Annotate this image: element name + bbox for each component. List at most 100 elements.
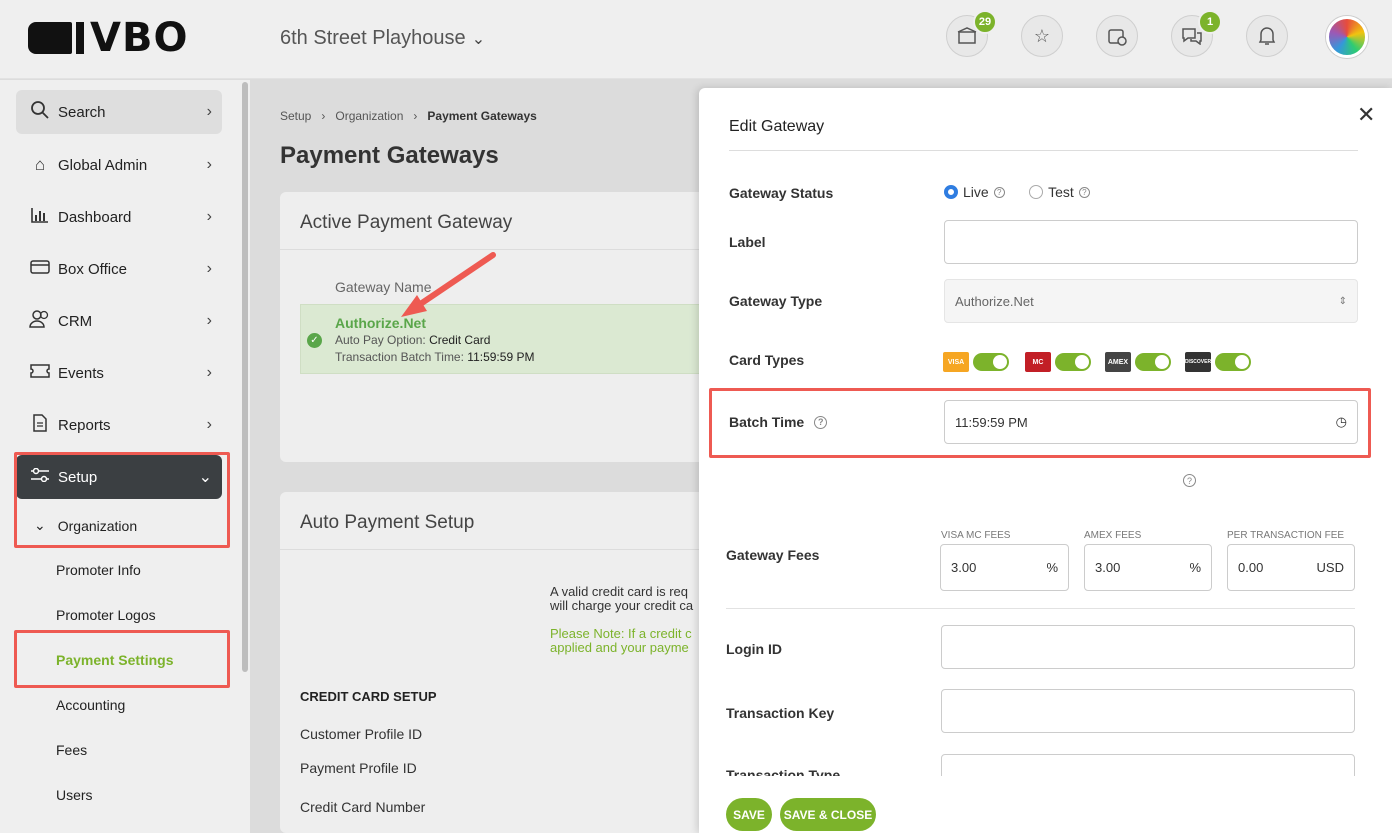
visa-mc-fee-input[interactable]: 3.00 % (940, 544, 1069, 591)
gateway-status-label: Gateway Status (729, 185, 834, 201)
gateway-type-select[interactable]: Authorize.Net ⇕ (944, 279, 1358, 323)
radio-test[interactable]: Test ? (1029, 184, 1090, 200)
radio-test-label: Test (1048, 184, 1074, 200)
card-type-discover: DISCOVER (1185, 352, 1251, 372)
card-icon (28, 259, 52, 279)
chevron-right-icon: › (206, 208, 212, 225)
setup-highlight (14, 452, 230, 548)
mastercard-toggle[interactable] (1055, 353, 1091, 371)
breadcrumb: Setup › Organization › Payment Gateways (280, 109, 537, 123)
label-input[interactable] (944, 220, 1358, 264)
chevron-right-icon: › (206, 103, 212, 120)
sidebar-item-label: Events (58, 364, 104, 382)
divider (726, 608, 1355, 609)
save-close-button[interactable]: SAVE & CLOSE (780, 798, 876, 831)
gateway-type-value: Authorize.Net (955, 293, 1034, 309)
card-types-label: Card Types (729, 352, 805, 368)
bell-icon[interactable] (1246, 15, 1288, 57)
edit-gateway-panel: Edit Gateway ✕ Gateway Status Live ? Tes… (699, 88, 1392, 833)
ticket-icon (28, 363, 52, 384)
top-bar: VBO 6th Street Playhouse ⌄ 29 ☆ 1 (0, 0, 1392, 79)
sidebar-item-label: Reports (58, 416, 111, 434)
transaction-key-input[interactable] (941, 689, 1355, 733)
gateway-type-label: Gateway Type (729, 293, 823, 309)
gateway-row[interactable]: ✓ Authorize.Net Auto Pay Option: Credit … (300, 304, 720, 374)
sidebar-subitem-promoter-info[interactable]: Promoter Info (56, 562, 141, 578)
transaction-type-label: Transaction Type (726, 767, 841, 776)
payment-settings-highlight (14, 630, 230, 688)
payment-profile-label: Payment Profile ID (300, 760, 417, 776)
amex-toggle[interactable] (1135, 353, 1171, 371)
chevron-right-icon: › (206, 416, 212, 433)
search-icon (28, 100, 52, 124)
sidebar-item-global-admin[interactable]: ⌂ Global Admin › (16, 143, 222, 187)
vbo-logo[interactable]: VBO (28, 18, 188, 58)
radio-live-label: Live (963, 184, 989, 200)
sidebar-scrollbar[interactable] (242, 82, 248, 672)
text-line-2: will charge your credit ca (550, 598, 694, 613)
modal-title: Edit Gateway (729, 118, 825, 135)
divider (280, 549, 740, 550)
chevron-right-icon: › (413, 109, 418, 123)
customer-profile-label: Customer Profile ID (300, 726, 423, 742)
label-field-label: Label (729, 234, 766, 250)
help-icon[interactable]: ? (993, 186, 1005, 198)
sidebar-subitem-accounting[interactable]: Accounting (56, 697, 125, 713)
chevron-right-icon: › (206, 364, 212, 381)
sidebar-item-search[interactable]: Search › (16, 90, 222, 134)
annotation-arrow (401, 252, 496, 317)
save-button[interactable]: SAVE (726, 798, 772, 831)
auto-pay-option: Auto Pay Option: Credit Card (335, 333, 490, 347)
amex-fee-input[interactable]: 3.00 % (1084, 544, 1212, 591)
radio-unselected-icon (1029, 185, 1044, 199)
login-id-input[interactable] (941, 625, 1355, 669)
percent-suffix: % (1189, 560, 1201, 575)
auto-pay-label: Auto Pay Option: (335, 333, 426, 347)
text-line-1: A valid credit card is req (550, 584, 689, 599)
sidebar-subitem-fees[interactable]: Fees (56, 742, 87, 758)
visa-mc-fee-value: 3.00 (951, 560, 977, 575)
sidebar-subitem-users[interactable]: Users (56, 787, 93, 803)
home-icon: ⌂ (34, 155, 46, 174)
breadcrumb-setup[interactable]: Setup (280, 109, 311, 123)
discover-toggle[interactable] (1215, 353, 1251, 371)
sidebar-item-label: Search (58, 103, 106, 121)
credit-card-setup-heading: CREDIT CARD SETUP (300, 689, 437, 704)
sidebar-item-crm[interactable]: CRM › (16, 299, 222, 343)
auto-payment-title: Auto Payment Setup (300, 512, 475, 533)
usd-suffix: USD (1316, 560, 1344, 575)
venue-name: 6th Street Playhouse (280, 27, 466, 49)
auto-payment-note: Please Note: If a credit c applied and y… (550, 627, 692, 655)
batch-time-label: Transaction Batch Time: (335, 350, 464, 364)
star-icon[interactable]: ☆ (1021, 15, 1063, 57)
users-icon (28, 309, 52, 333)
avatar[interactable] (1326, 16, 1368, 58)
sidebar-item-dashboard[interactable]: Dashboard › (16, 195, 222, 239)
breadcrumb-organization[interactable]: Organization (335, 109, 403, 123)
per-transaction-fee-input[interactable]: 0.00 USD (1227, 544, 1355, 591)
batch-time-value: 11:59:59 PM (467, 350, 535, 364)
visa-toggle[interactable] (973, 353, 1009, 371)
gateway-status-group: Live ? Test ? (944, 184, 1110, 204)
card-type-mastercard: MC (1025, 352, 1091, 372)
help-icon[interactable]: ? (1183, 474, 1196, 487)
radio-live[interactable]: Live ? (944, 184, 1005, 200)
visa-logo-icon: VISA (943, 352, 969, 372)
auto-payment-card: Auto Payment Setup A valid credit card i… (280, 492, 740, 833)
sidebar-item-box-office[interactable]: Box Office › (16, 247, 222, 291)
discover-logo-icon: DISCOVER (1185, 352, 1211, 372)
card-number-label: Credit Card Number (300, 799, 426, 815)
sidebar-subitem-promoter-logos[interactable]: Promoter Logos (56, 607, 156, 623)
sidebar-item-reports[interactable]: Reports › (16, 403, 222, 447)
calendar-clock-icon[interactable] (1096, 15, 1138, 57)
package-icon[interactable]: 29 (946, 10, 997, 57)
chat-icon[interactable]: 1 (1171, 10, 1222, 57)
sidebar: Search › ⌂ Global Admin › Dashboard › Bo… (0, 80, 250, 833)
close-icon[interactable]: ✕ (1357, 102, 1375, 128)
help-icon[interactable]: ? (1078, 186, 1090, 198)
sidebar-item-events[interactable]: Events › (16, 351, 222, 395)
venue-selector[interactable]: 6th Street Playhouse ⌄ (280, 27, 485, 50)
breadcrumb-current: Payment Gateways (427, 109, 537, 123)
check-circle-icon: ✓ (307, 333, 322, 348)
transaction-type-select[interactable]: ▲ (941, 754, 1355, 776)
